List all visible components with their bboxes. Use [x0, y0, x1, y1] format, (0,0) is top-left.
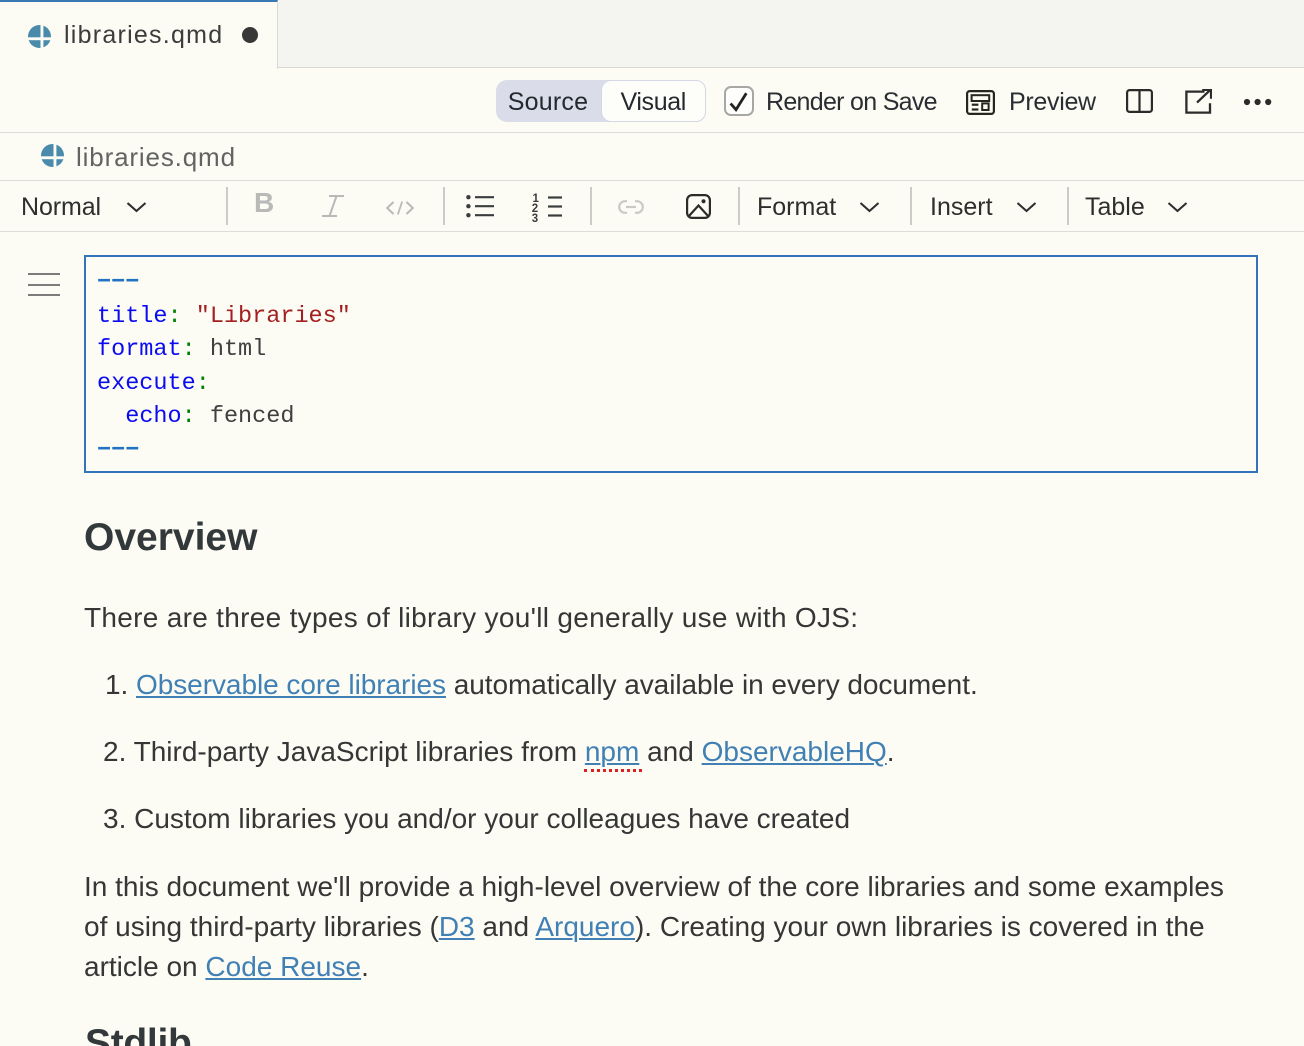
svg-text:3: 3	[532, 213, 538, 224]
